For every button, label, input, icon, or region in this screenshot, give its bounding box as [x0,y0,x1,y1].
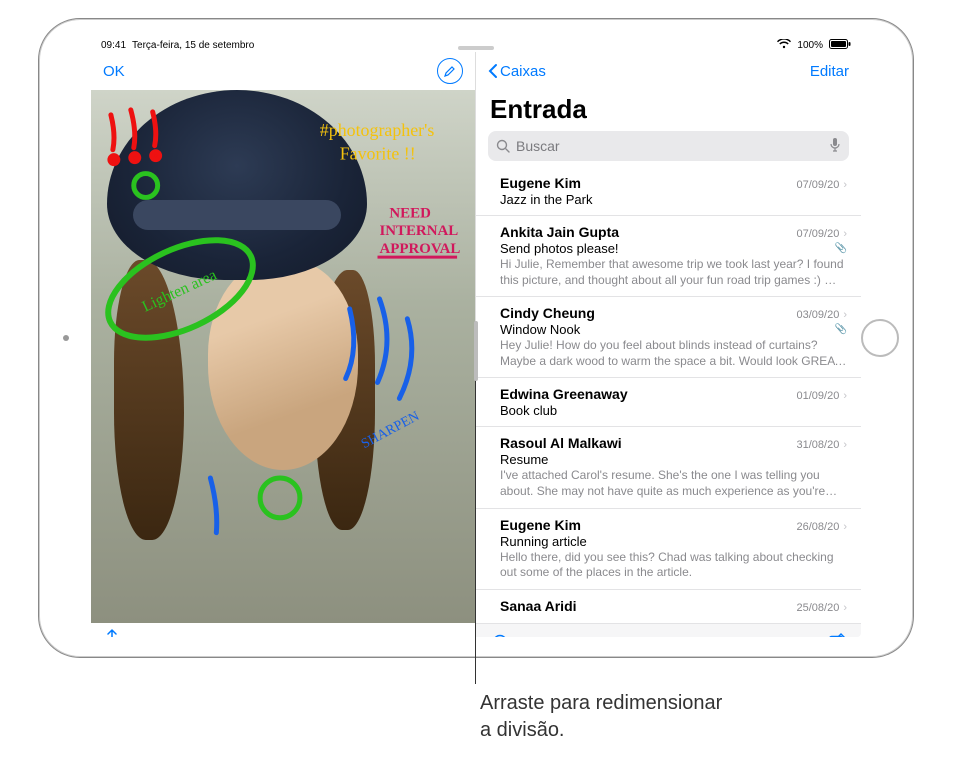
mail-preview: Hi Julie, Remember that awesome trip we … [500,257,847,288]
camera-icon [63,335,69,341]
annotation-favorite-2: Favorite !! [340,144,416,164]
photos-markup-pane: OK [91,52,476,637]
mail-subject: Window Nook [500,322,580,337]
filter-button[interactable] [490,634,510,637]
mail-sender: Cindy Cheung [500,305,595,321]
mail-date: 03/09/20› [797,309,848,321]
mail-item[interactable]: Eugene Kim 07/09/20› Jazz in the Park [476,167,861,215]
mail-item[interactable]: Rasoul Al Malkawi 31/08/20› ResumeI've att… [476,426,861,507]
annotation-lighten: Lighten area [140,266,220,315]
callout-leader-line [475,354,476,684]
annotation-sharpen: SHARPEN [359,409,422,452]
mail-item[interactable]: Ankita Jain Gupta 07/09/20› Send photos pl… [476,215,861,296]
mail-date: 01/09/20› [797,390,848,402]
mail-sender: Edwina Greenaway [500,386,628,402]
edit-button[interactable]: Editar [810,63,849,80]
search-placeholder: Buscar [516,138,560,154]
back-button[interactable]: Caixas [488,63,546,80]
chevron-right-icon: › [843,390,847,402]
chevron-right-icon: › [843,179,847,191]
share-button[interactable] [103,629,121,637]
mail-date: 26/08/20› [797,521,848,533]
mail-subject: Jazz in the Park [500,192,593,207]
attachment-icon: 📎 [835,324,847,335]
mail-nav-bar: Caixas Editar [476,52,861,90]
attachment-icon: 📎 [835,243,847,254]
mail-sender: Ankita Jain Gupta [500,224,619,240]
callout-line-2: a divisão. [480,717,722,744]
chevron-right-icon: › [843,309,847,321]
mail-pane: Caixas Editar Entrada Buscar Eugene Kim 0… [476,52,861,637]
battery-percent: 100% [797,40,823,51]
battery-icon [829,39,851,52]
mail-sender: Eugene Kim [500,517,581,533]
photo-bottom-toolbar [91,623,475,637]
wifi-icon [777,39,791,52]
status-time: 09:41 [101,40,126,51]
mail-date: 31/08/20› [797,439,848,451]
markup-tools-button[interactable] [437,58,463,84]
chevron-left-icon [488,63,498,79]
annotation-need-1: NEED [389,205,431,221]
ok-button[interactable]: OK [103,63,125,80]
chevron-right-icon: › [843,521,847,533]
mail-item[interactable]: Sanaa Aridi 25/08/20› [476,589,861,623]
mail-subject: Running article [500,534,587,549]
share-icon [103,629,121,637]
mail-item[interactable]: Eugene Kim 26/08/20› Running articleHello … [476,508,861,589]
split-view: OK [91,52,861,637]
mail-date: 25/08/20› [797,602,848,614]
screen: 09:41 Terça-feira, 15 de setembro 100% O… [91,39,861,637]
split-divider-handle[interactable] [474,321,478,381]
compose-button[interactable] [827,632,847,637]
mail-subject: Book club [500,403,557,418]
updated-status: Atualizado há 2 minutos [604,636,732,637]
search-icon [496,139,510,153]
mail-sender: Eugene Kim [500,175,581,191]
mail-item[interactable]: Cindy Cheung 03/09/20› Window Nook 📎 Hey Jul… [476,296,861,377]
mail-toolbar: Atualizado há 2 minutos [476,623,861,637]
chevron-right-icon: › [843,602,847,614]
home-button[interactable] [861,319,899,357]
microphone-icon [829,137,841,153]
photo-canvas[interactable]: Lighten area #photographer's Favorite !!… [91,90,475,623]
annotation-need-2: INTERNAL [379,223,458,239]
markup-toolbar: OK [91,52,475,90]
annotation-favorite-1: #photographer's [320,120,435,140]
multitask-pill-icon[interactable] [458,46,494,50]
ipad-frame: 09:41 Terça-feira, 15 de setembro 100% O… [38,18,914,658]
chevron-right-icon: › [843,439,847,451]
back-label: Caixas [500,63,546,80]
annotation-need-3: APPROVAL [379,241,460,257]
search-input[interactable]: Buscar [488,131,849,161]
mail-preview: I've attached Carol's resume. She's the … [500,468,847,499]
chevron-right-icon: › [843,228,847,240]
mail-preview: Hello there, did you see this? Chad was … [500,550,847,581]
mail-date: 07/09/20› [797,179,848,191]
page-title: Entrada [476,90,861,131]
filter-icon [490,634,510,637]
dictate-button[interactable] [829,137,841,156]
status-date: Terça-feira, 15 de setembro [132,40,254,51]
callout-line-1: Arraste para redimensionar [480,690,722,717]
mail-item[interactable]: Edwina Greenaway 01/09/20› Book club [476,377,861,426]
callout-text: Arraste para redimensionar a divisão. [480,690,722,744]
mail-date: 07/09/20› [797,228,848,240]
status-bar: 09:41 Terça-feira, 15 de setembro 100% [91,39,861,52]
markup-annotations: Lighten area #photographer's Favorite !!… [91,90,475,597]
mail-subject: Send photos please! [500,241,619,256]
mail-sender: Sanaa Aridi [500,598,577,614]
mail-subject: Resume [500,452,548,467]
compose-icon [827,632,847,637]
mail-list[interactable]: Eugene Kim 07/09/20› Jazz in the Park Ankit… [476,167,861,623]
mail-sender: Rasoul Al Malkawi [500,435,622,451]
pen-icon [443,64,457,78]
mail-preview: Hey Julie! How do you feel about blinds … [500,338,847,369]
